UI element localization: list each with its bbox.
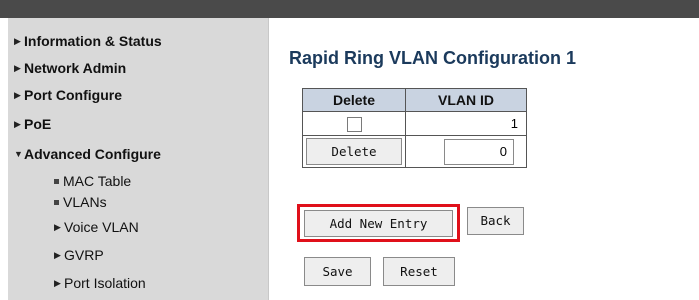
sidebar-subitem-vlans[interactable]: VLANs xyxy=(54,194,107,210)
back-button[interactable]: Back xyxy=(467,207,524,235)
table-header-row: Delete VLAN ID xyxy=(302,88,527,112)
vlan-id-cell: 1 xyxy=(405,111,527,136)
sidebar-item-advanced-configure[interactable]: ▼ Advanced Configure xyxy=(14,146,161,162)
sidebar-subitem-label: GVRP xyxy=(64,247,104,263)
column-header-delete: Delete xyxy=(302,88,406,112)
sidebar-item-label: Advanced Configure xyxy=(24,146,161,162)
sidebar-subitem-label: Port Isolation xyxy=(64,275,146,291)
vlan-config-table: Delete VLAN ID 1 Delete xyxy=(302,88,527,168)
delete-cell xyxy=(302,111,406,136)
column-header-vlan-id: VLAN ID xyxy=(405,88,527,112)
sidebar-item-poe[interactable]: ▶ PoE xyxy=(14,116,51,132)
page-title: Rapid Ring VLAN Configuration 1 xyxy=(289,48,576,68)
sidebar-subitem-label: VLANs xyxy=(63,194,107,210)
sidebar-item-information-status[interactable]: ▶ Information & Status xyxy=(14,33,162,49)
triangle-right-icon: ▶ xyxy=(14,89,21,100)
top-header-bar xyxy=(0,0,699,18)
sidebar-subitem-mac-table[interactable]: MAC Table xyxy=(54,173,131,189)
sidebar-item-label: Port Configure xyxy=(24,87,122,103)
vlan-id-input-cell xyxy=(405,135,527,168)
sidebar-nav: ▶ Information & Status ▶ Network Admin ▶… xyxy=(8,18,269,300)
triangle-right-icon: ▶ xyxy=(14,118,21,129)
sidebar-item-label: Information & Status xyxy=(24,33,162,49)
add-new-entry-button[interactable]: Add New Entry xyxy=(304,210,453,237)
triangle-down-icon: ▼ xyxy=(14,148,23,159)
delete-row-button[interactable]: Delete xyxy=(306,138,402,165)
triangle-right-icon: ▶ xyxy=(54,277,61,288)
sidebar-item-port-configure[interactable]: ▶ Port Configure xyxy=(14,87,122,103)
triangle-right-icon: ▶ xyxy=(54,249,61,260)
sidebar-subitem-label: Voice VLAN xyxy=(64,219,139,235)
sidebar-subitem-voice-vlan[interactable]: ▶ Voice VLAN xyxy=(54,219,139,235)
sidebar-subitem-label: MAC Table xyxy=(63,173,132,189)
triangle-right-icon: ▶ xyxy=(14,62,21,73)
table-row: 1 xyxy=(302,111,527,136)
sidebar-subitem-port-isolation[interactable]: ▶ Port Isolation xyxy=(54,275,146,291)
triangle-right-icon: ▶ xyxy=(54,221,61,232)
delete-checkbox[interactable] xyxy=(346,116,362,132)
add-new-entry-highlight: Add New Entry xyxy=(297,204,460,242)
sidebar-subitem-gvrp[interactable]: ▶ GVRP xyxy=(54,247,104,263)
reset-button[interactable]: Reset xyxy=(383,257,455,286)
sidebar-item-network-admin[interactable]: ▶ Network Admin xyxy=(14,60,126,76)
bullet-icon xyxy=(54,178,59,184)
delete-button-cell: Delete xyxy=(302,135,406,168)
save-button[interactable]: Save xyxy=(304,257,371,286)
vlan-id-input[interactable] xyxy=(444,138,514,165)
table-row-new: Delete xyxy=(302,135,527,168)
sidebar-item-label: PoE xyxy=(24,116,52,132)
sidebar-item-label: Network Admin xyxy=(24,60,127,76)
bullet-icon xyxy=(54,199,59,205)
triangle-right-icon: ▶ xyxy=(14,35,21,46)
